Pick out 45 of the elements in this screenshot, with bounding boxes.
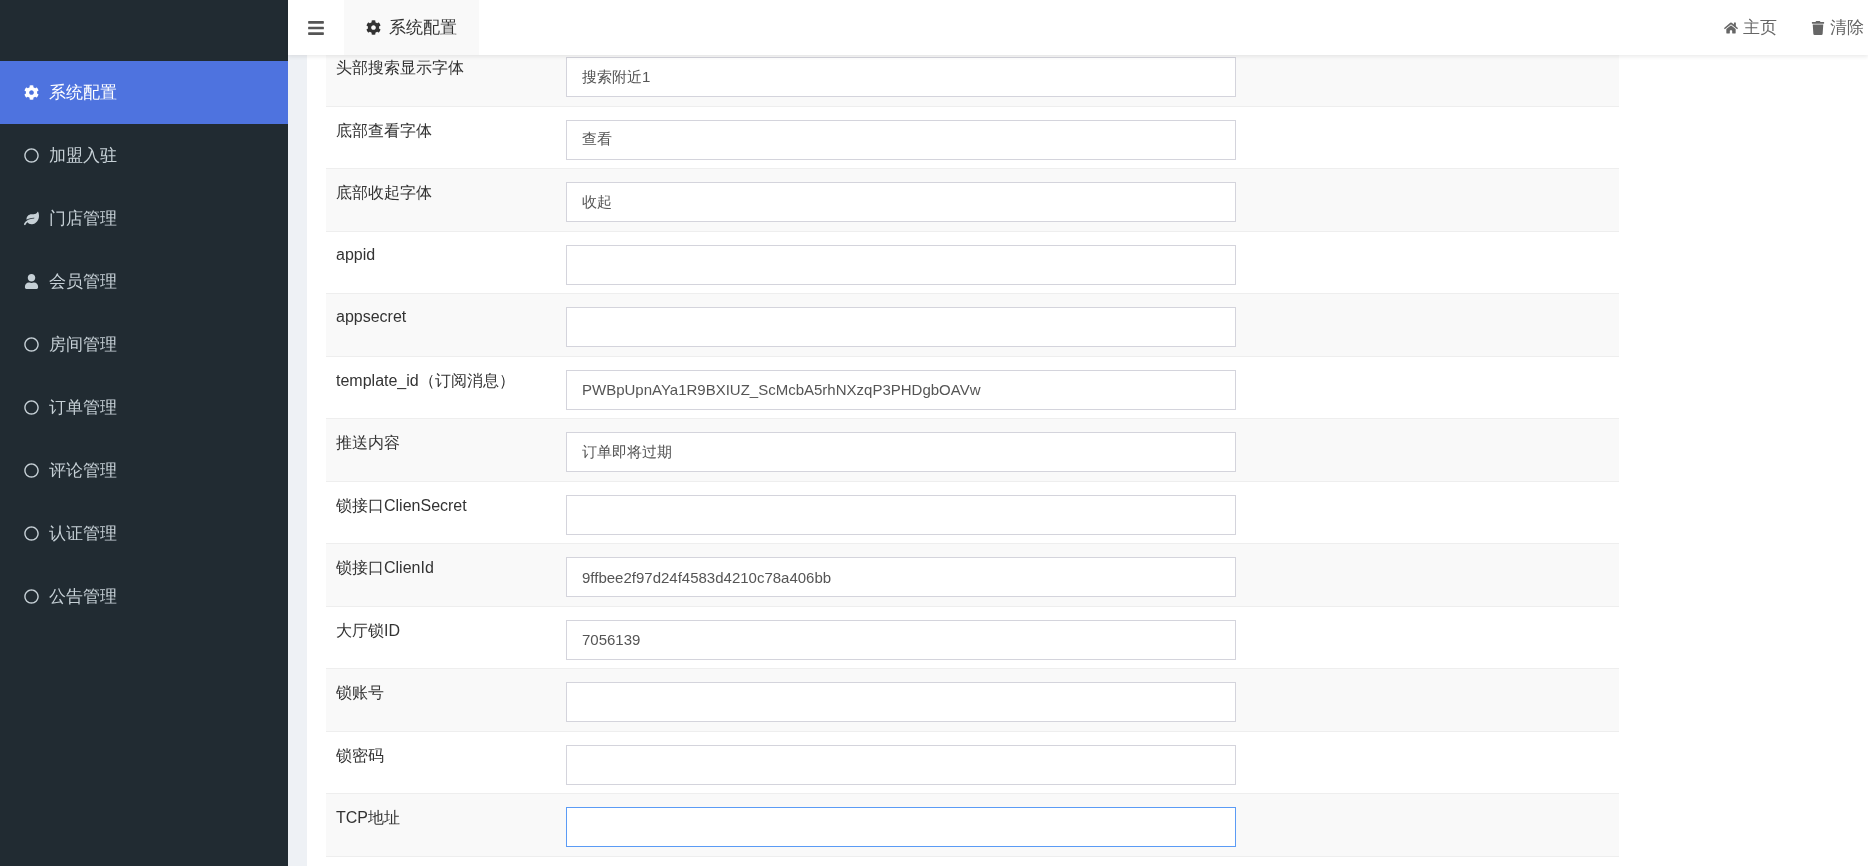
sidebar-item[interactable]: 会员管理: [0, 250, 288, 313]
leaf-icon: [24, 211, 39, 226]
field-label: 锁接口ClienSecret: [335, 495, 468, 516]
sidebar-item[interactable]: 房间管理: [0, 313, 288, 376]
field-label: 推送内容: [335, 433, 401, 453]
sidebar-item[interactable]: 订单管理: [0, 376, 288, 439]
gear-icon: [24, 85, 39, 100]
field-label: 锁密码: [335, 745, 385, 766]
field-label: 大厅锁ID: [335, 620, 401, 641]
field-label: 底部收起字体: [335, 183, 433, 203]
field-label: 锁账号: [335, 683, 385, 703]
field-label: appsecret: [335, 307, 408, 327]
input-field[interactable]: 9ffbee2f97d24f4583d4210c78a406bb: [566, 557, 1236, 597]
page-tab[interactable]: 系统配置: [344, 0, 479, 55]
input-field[interactable]: [566, 494, 1236, 535]
sidebar-item[interactable]: 认证管理: [0, 502, 288, 565]
input-field[interactable]: [566, 807, 1236, 847]
input-field[interactable]: 搜索附近1: [566, 57, 1236, 97]
field-label: appid: [335, 244, 377, 265]
sidebar-item[interactable]: 评论管理: [0, 439, 288, 502]
field-label: 头部搜索显示字体: [335, 58, 465, 78]
input-field[interactable]: [566, 244, 1236, 285]
sidebar-item[interactable]: 公告管理: [0, 565, 288, 628]
input-field[interactable]: 7056139: [566, 619, 1236, 660]
input-field[interactable]: 收起: [566, 182, 1236, 222]
trash-icon: [1811, 20, 1825, 35]
input-field[interactable]: [566, 682, 1236, 722]
field-label: template_id（订阅消息）: [335, 370, 516, 391]
field-label: TCP地址: [335, 808, 401, 828]
field-label: 锁接口ClienId: [335, 558, 435, 578]
input-field[interactable]: 查看: [566, 119, 1236, 160]
sidebar-item[interactable]: 加盟入驻: [0, 124, 288, 187]
home-icon: [1724, 20, 1738, 35]
input-field[interactable]: [566, 307, 1236, 347]
user-icon: [24, 274, 39, 289]
menu-icon: [307, 18, 325, 37]
header-link[interactable]: 主页: [1724, 16, 1777, 39]
sidebar-item[interactable]: 门店管理: [0, 187, 288, 250]
input-field[interactable]: 订单即将过期: [566, 432, 1236, 472]
input-field[interactable]: PWBpUpnAYa1R9BXIUZ_ScMcbA5rhNXzqP3PHDgbOAVw: [566, 369, 1236, 410]
gear-icon: [366, 20, 381, 35]
input-field[interactable]: [566, 744, 1236, 785]
sidebar-item[interactable]: 系统配置: [0, 61, 288, 124]
field-label: 底部查看字体: [335, 120, 433, 141]
header-link[interactable]: 清除: [1811, 16, 1864, 39]
